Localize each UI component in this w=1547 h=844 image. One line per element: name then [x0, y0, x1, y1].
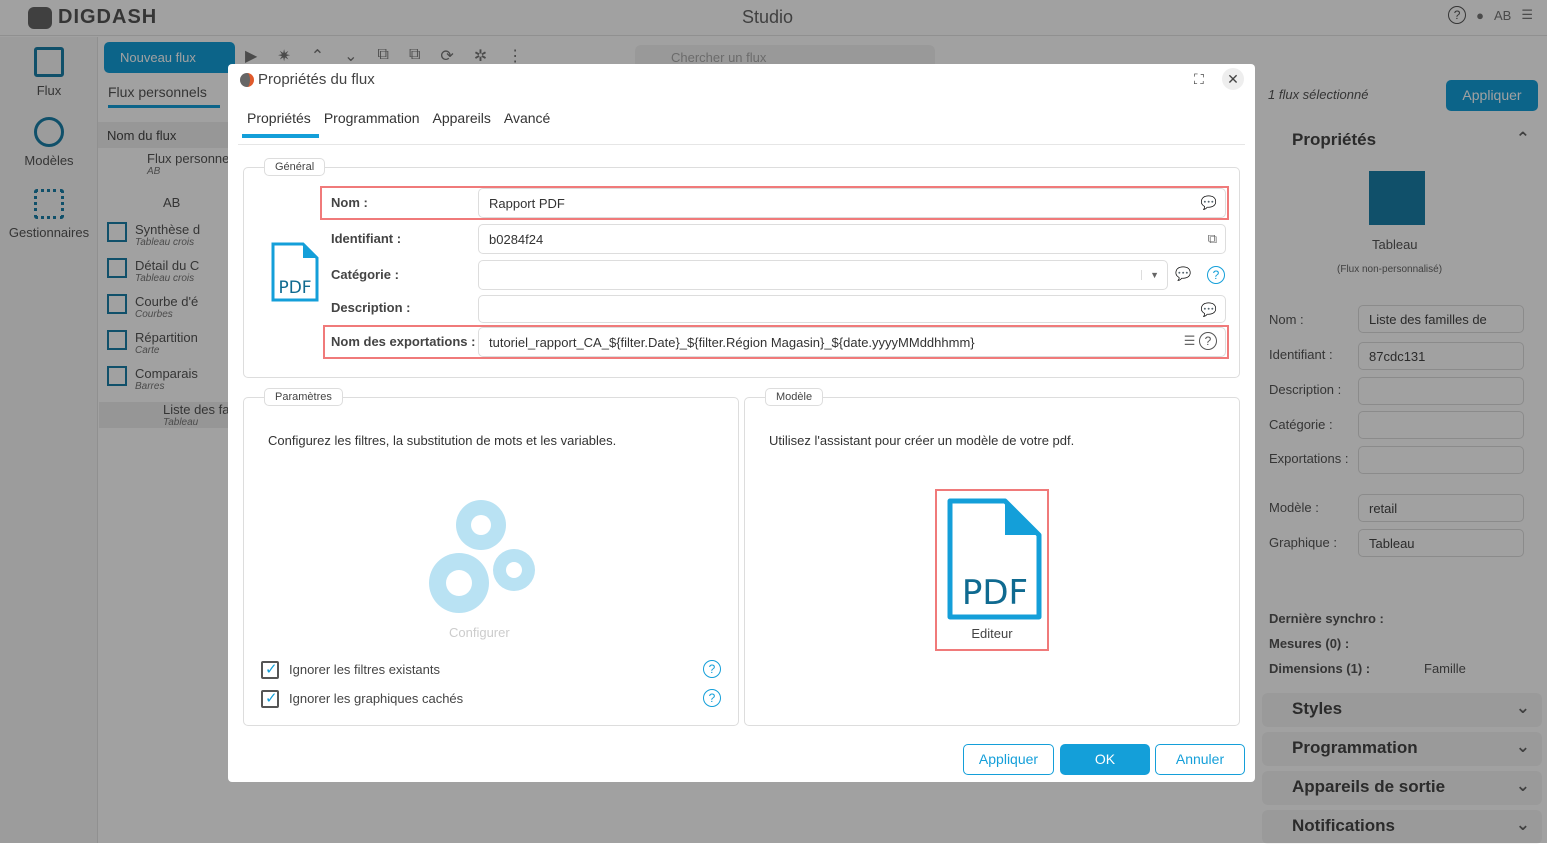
gears-icon[interactable] — [419, 493, 544, 618]
parameters-section: Paramètres Configurez les filtres, la su… — [243, 388, 739, 726]
help-icon[interactable]: ? — [1207, 266, 1225, 284]
translate-icon[interactable]: 💬 — [1201, 302, 1217, 318]
dialog-title: Propriétés du flux — [240, 71, 375, 88]
flow-properties-dialog: Propriétés du flux ⛶ ✕ Propriétés Progra… — [228, 64, 1255, 782]
parameters-text: Configurez les filtres, la substitution … — [268, 433, 617, 448]
ignore-filters-checkbox[interactable]: ✓ — [261, 661, 279, 679]
id-value: b0284f24 — [489, 232, 544, 247]
description-label: Description : — [331, 300, 411, 315]
pdf-icon: PDF — [271, 242, 319, 302]
configure-label[interactable]: Configurer — [449, 625, 510, 640]
model-text: Utilisez l'assistant pour créer un modèl… — [769, 433, 1075, 448]
translate-icon: 💬 — [1175, 266, 1192, 281]
close-icon[interactable]: ✕ — [1222, 68, 1244, 90]
svg-text:PDF: PDF — [278, 278, 311, 298]
highlight-name — [320, 186, 1229, 220]
ignore-hidden-charts-label: Ignorer les graphiques cachés — [289, 691, 464, 706]
general-legend: Général — [264, 158, 326, 176]
ok-button[interactable]: OK — [1060, 744, 1150, 775]
ignore-hidden-charts-checkbox[interactable]: ✓ — [261, 690, 279, 708]
pdf-editor-button[interactable]: PDF Editeur — [935, 489, 1049, 651]
model-section: Modèle Utilisez l'assistant pour créer u… — [744, 388, 1240, 726]
digdash-icon — [240, 72, 254, 87]
apply-button[interactable]: Appliquer — [963, 744, 1054, 775]
dialog-tabs: Propriétés Programmation Appareils Avanc… — [242, 110, 558, 138]
tab-devices[interactable]: Appareils — [428, 110, 499, 138]
parameters-legend: Paramètres — [264, 388, 343, 406]
tab-programmation[interactable]: Programmation — [319, 110, 428, 138]
editor-label: Editeur — [971, 626, 1013, 641]
description-input[interactable]: 💬 — [478, 295, 1226, 323]
tab-divider — [238, 144, 1245, 145]
cancel-button[interactable]: Annuler — [1155, 744, 1245, 775]
highlight-exports — [323, 325, 1229, 359]
maximize-icon[interactable]: ⛶ — [1194, 71, 1204, 88]
dropdown-arrow-icon[interactable]: ▼ — [1141, 270, 1159, 280]
model-legend: Modèle — [765, 388, 824, 406]
help-icon[interactable]: ? — [703, 689, 721, 707]
pdf-icon: PDF — [947, 498, 1042, 620]
category-select[interactable]: ▼ — [478, 260, 1168, 290]
tab-properties[interactable]: Propriétés — [242, 110, 319, 138]
dialog-title-text: Propriétés du flux — [258, 71, 375, 88]
tab-advanced[interactable]: Avancé — [499, 110, 558, 138]
svg-text:PDF: PDF — [962, 573, 1028, 613]
ignore-filters-label: Ignorer les filtres existants — [289, 662, 441, 677]
category-label: Catégorie : — [331, 267, 399, 282]
id-input[interactable]: b0284f24 ⧉ — [478, 224, 1226, 254]
help-icon[interactable]: ? — [703, 660, 721, 678]
copy-icon[interactable]: ⧉ — [1208, 231, 1217, 247]
id-label: Identifiant : — [331, 231, 402, 246]
